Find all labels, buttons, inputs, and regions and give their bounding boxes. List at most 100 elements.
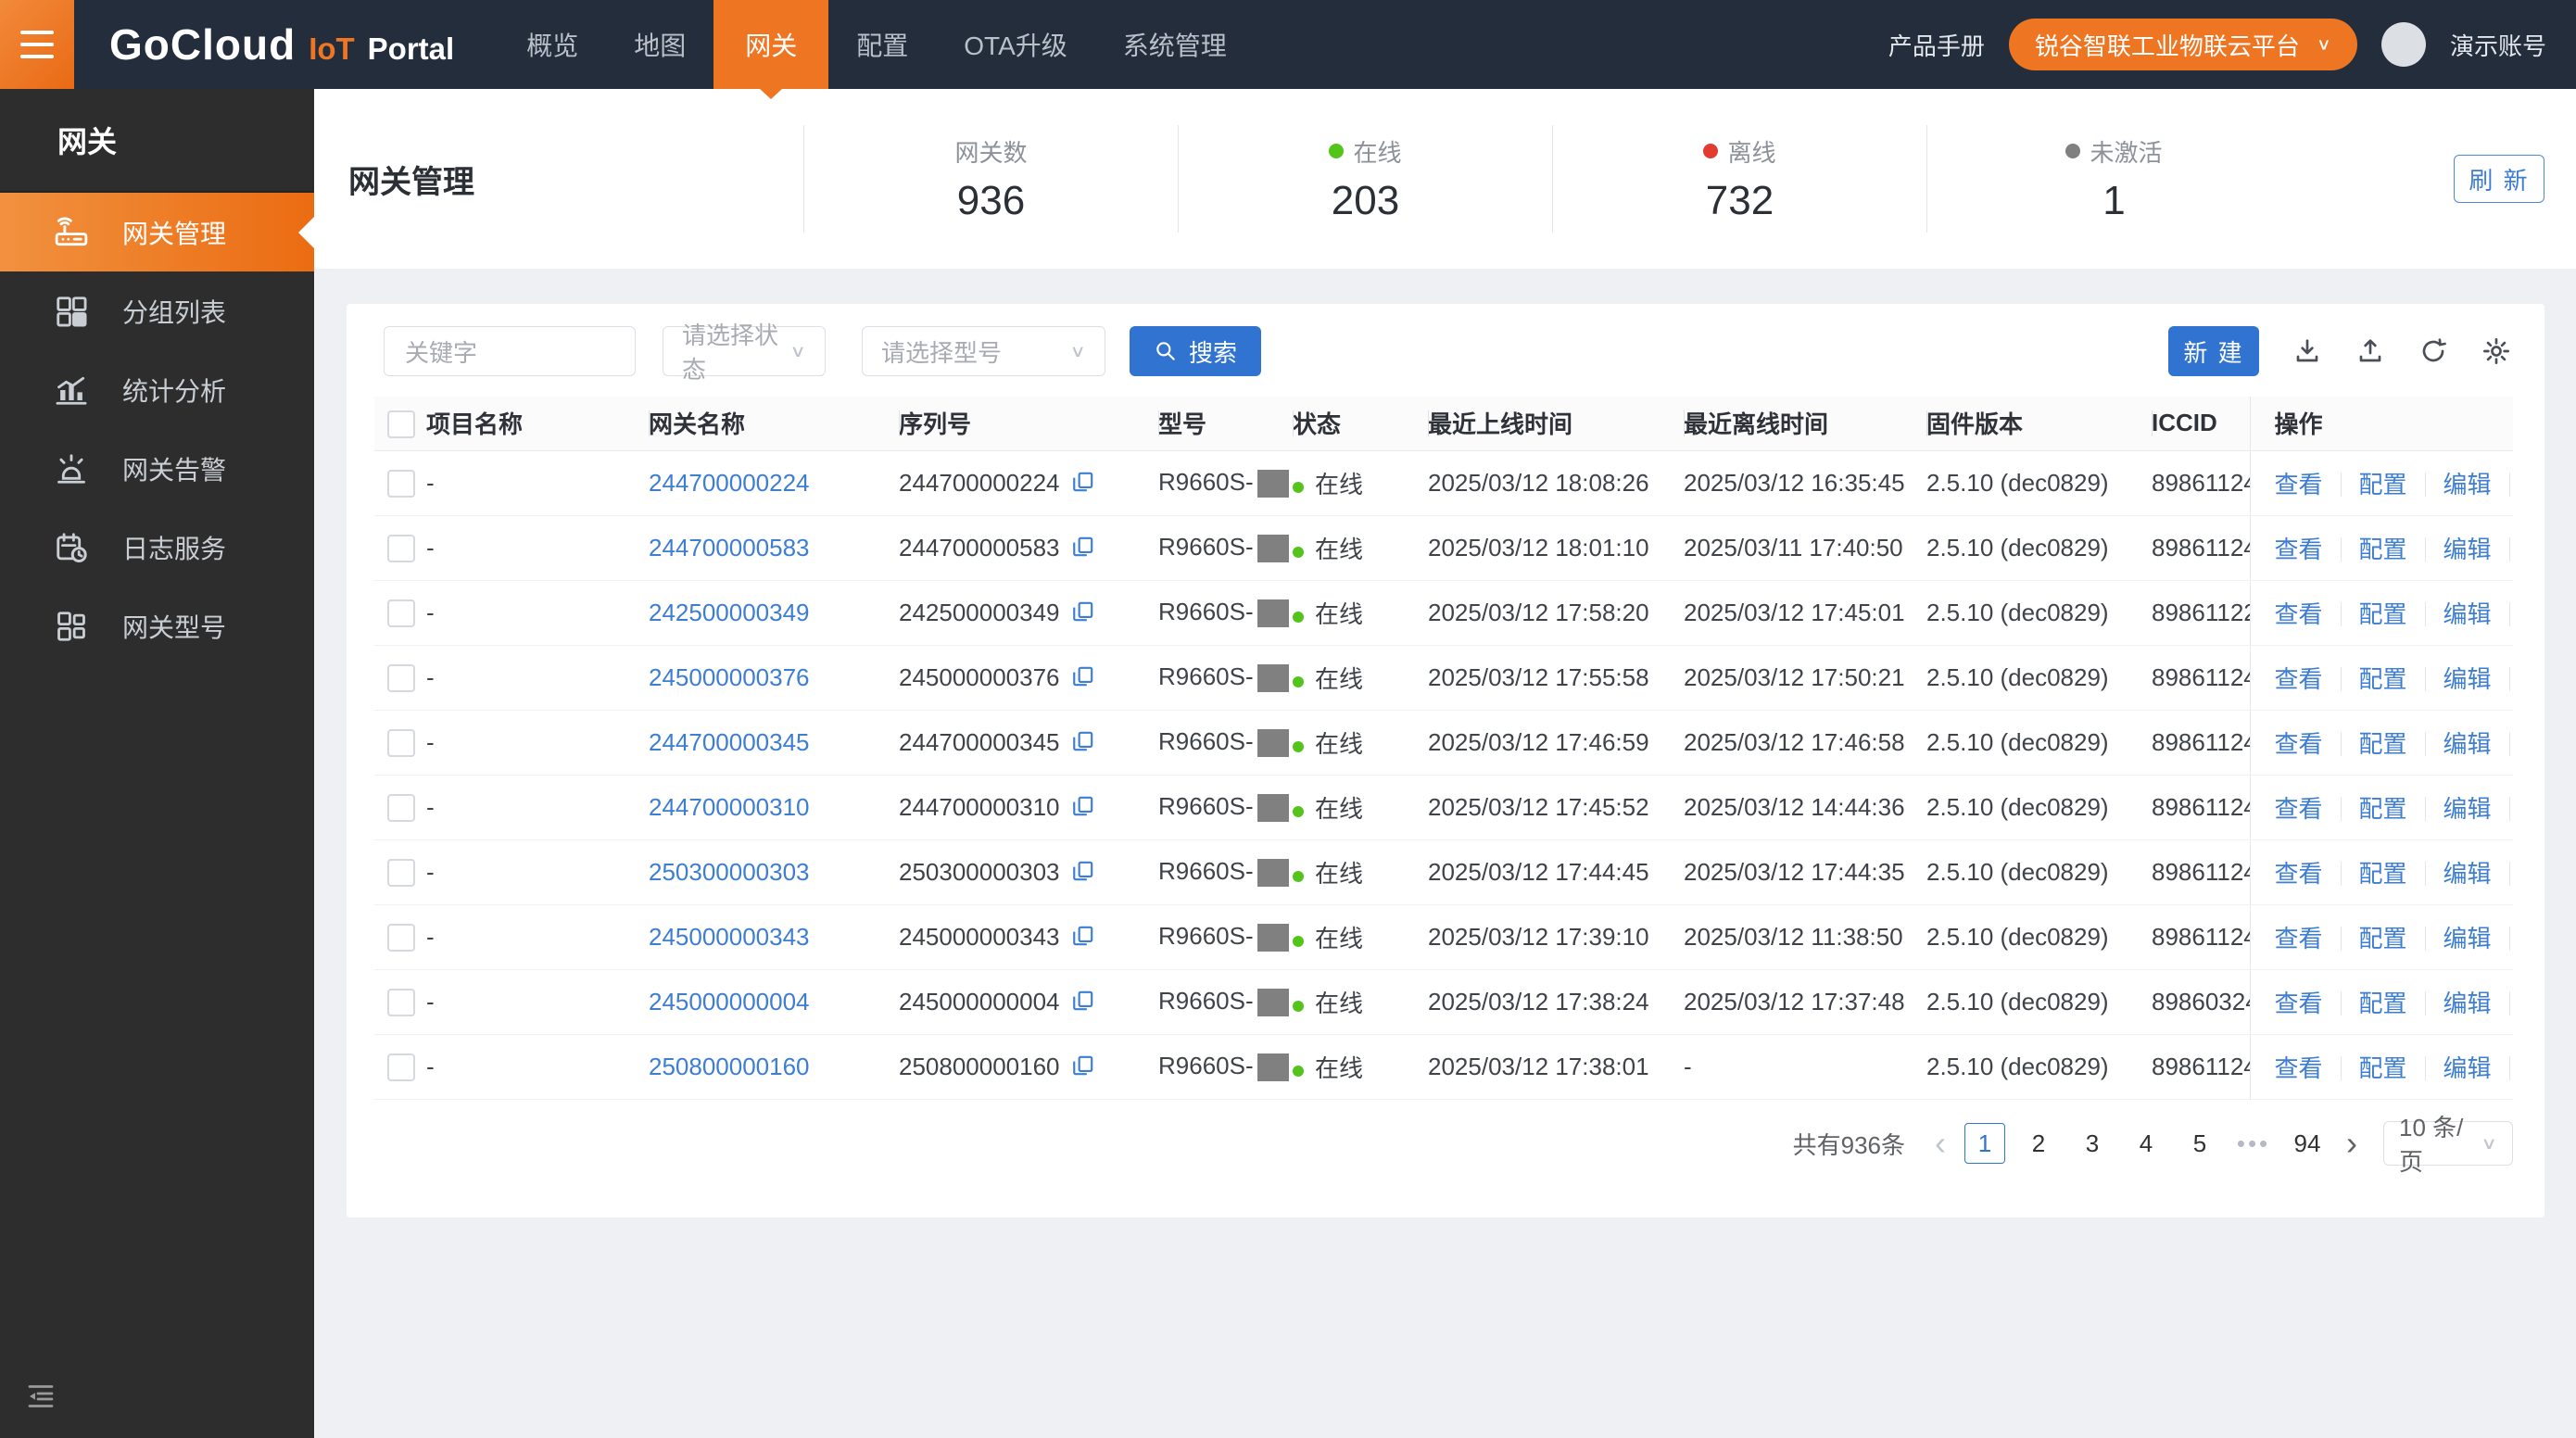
view-action[interactable]: 查看 [2275, 795, 2323, 823]
nav-map[interactable]: 地图 [606, 0, 713, 89]
create-button[interactable]: 新 建 [2168, 326, 2259, 376]
nav-config[interactable]: 配置 [828, 0, 936, 89]
gateway-name-link[interactable]: 242500000349 [649, 599, 810, 626]
copy-icon[interactable] [1071, 859, 1095, 883]
edit-action[interactable]: 编辑 [2443, 536, 2492, 563]
view-action[interactable]: 查看 [2275, 536, 2323, 563]
copy-icon[interactable] [1071, 989, 1095, 1013]
view-action[interactable]: 查看 [2275, 1054, 2323, 1082]
page-2[interactable]: 2 [2018, 1123, 2059, 1164]
copy-icon[interactable] [1071, 470, 1095, 494]
refresh-button[interactable]: 刷 新 [2454, 155, 2544, 203]
config-action[interactable]: 配置 [2359, 600, 2407, 628]
nav-gateway[interactable]: 网关 [713, 0, 829, 89]
gateway-name-link[interactable]: 244700000345 [649, 728, 810, 756]
config-action[interactable]: 配置 [2359, 795, 2407, 823]
edit-action[interactable]: 编辑 [2443, 925, 2492, 952]
settings-gear-icon[interactable] [2481, 336, 2511, 366]
platform-selector[interactable]: 锐谷智联工业物联云平台 ∨ [2008, 19, 2357, 70]
config-action[interactable]: 配置 [2359, 925, 2407, 952]
select-all-checkbox[interactable] [387, 410, 415, 438]
copy-icon[interactable] [1071, 599, 1095, 624]
copy-icon[interactable] [1071, 535, 1095, 559]
sidebar-item-statistics[interactable]: 统计分析 [0, 350, 314, 429]
hamburger-menu-icon[interactable] [0, 0, 74, 89]
page-4[interactable]: 4 [2126, 1123, 2166, 1164]
gateway-name-link[interactable]: 245000000004 [649, 988, 810, 1015]
edit-action[interactable]: 编辑 [2443, 860, 2492, 888]
page-5[interactable]: 5 [2179, 1123, 2220, 1164]
view-action[interactable]: 查看 [2275, 860, 2323, 888]
sidebar-item-gateway-model[interactable]: 网关型号 [0, 587, 314, 665]
model-select[interactable]: 请选择型号 ∨ [862, 326, 1105, 376]
row-checkbox[interactable] [387, 664, 415, 693]
sidebar-item-gateway-alarm[interactable]: 网关告警 [0, 429, 314, 508]
config-action[interactable]: 配置 [2359, 471, 2407, 498]
row-checkbox[interactable] [387, 599, 415, 628]
edit-action[interactable]: 编辑 [2443, 665, 2492, 693]
project-name-cell: - [426, 710, 649, 776]
row-checkbox[interactable] [387, 859, 415, 888]
row-checkbox[interactable] [387, 794, 415, 823]
row-checkbox[interactable] [387, 470, 415, 498]
sidebar-item-log-service[interactable]: 日志服务 [0, 508, 314, 587]
edit-action[interactable]: 编辑 [2443, 990, 2492, 1017]
page-1[interactable]: 1 [1964, 1123, 2005, 1164]
gateway-name-link[interactable]: 250800000160 [649, 1053, 810, 1080]
page-3[interactable]: 3 [2072, 1123, 2113, 1164]
gateway-name-link[interactable]: 245000000376 [649, 663, 810, 691]
more-pages-ellipsis[interactable]: ••• [2233, 1123, 2274, 1164]
gateway-name-link[interactable]: 245000000343 [649, 923, 810, 951]
edit-action[interactable]: 编辑 [2443, 795, 2492, 823]
config-action[interactable]: 配置 [2359, 860, 2407, 888]
nav-ota-upgrade[interactable]: OTA升级 [936, 0, 1094, 89]
gateway-name-link[interactable]: 250300000303 [649, 858, 810, 886]
config-action[interactable]: 配置 [2359, 665, 2407, 693]
import-download-icon[interactable] [2292, 336, 2322, 366]
search-button[interactable]: 搜索 [1130, 326, 1262, 376]
sidebar-item-group-list[interactable]: 分组列表 [0, 271, 314, 350]
copy-icon[interactable] [1071, 1053, 1095, 1078]
edit-action[interactable]: 编辑 [2443, 471, 2492, 498]
config-action[interactable]: 配置 [2359, 1054, 2407, 1082]
copy-icon[interactable] [1071, 729, 1095, 753]
status-select[interactable]: 请选择状态 ∨ [663, 322, 826, 384]
view-action[interactable]: 查看 [2275, 925, 2323, 952]
next-page-arrow[interactable]: › [2341, 1127, 2363, 1160]
nav-system-admin[interactable]: 系统管理 [1095, 0, 1255, 89]
config-action[interactable]: 配置 [2359, 536, 2407, 563]
nav-overview[interactable]: 概览 [499, 0, 606, 89]
config-action[interactable]: 配置 [2359, 990, 2407, 1017]
export-upload-icon[interactable] [2355, 336, 2385, 366]
view-action[interactable]: 查看 [2275, 990, 2323, 1017]
reload-icon[interactable] [2418, 336, 2448, 366]
table-row: - 244700000583 244700000583 R9660S- 在线 2… [374, 515, 2513, 581]
edit-action[interactable]: 编辑 [2443, 600, 2492, 628]
view-action[interactable]: 查看 [2275, 600, 2323, 628]
copy-icon[interactable] [1071, 924, 1095, 948]
row-checkbox[interactable] [387, 1053, 415, 1082]
config-action[interactable]: 配置 [2359, 730, 2407, 758]
copy-icon[interactable] [1071, 664, 1095, 688]
collapse-sidebar-icon[interactable] [24, 1380, 57, 1418]
edit-action[interactable]: 编辑 [2443, 1054, 2492, 1082]
prev-page-arrow[interactable]: ‹ [1929, 1127, 1951, 1160]
product-manual-link[interactable]: 产品手册 [1888, 28, 1985, 62]
gateway-name-link[interactable]: 244700000224 [649, 469, 810, 497]
sidebar-item-gateway-management[interactable]: 网关管理 [0, 193, 314, 271]
edit-action[interactable]: 编辑 [2443, 730, 2492, 758]
gateway-name-link[interactable]: 244700000583 [649, 534, 810, 561]
row-checkbox[interactable] [387, 729, 415, 758]
page-size-select[interactable]: 10 条/页 ∨ [2383, 1114, 2513, 1176]
row-checkbox[interactable] [387, 535, 415, 563]
row-checkbox[interactable] [387, 989, 415, 1017]
avatar[interactable] [2380, 22, 2426, 67]
gateway-name-link[interactable]: 244700000310 [649, 793, 810, 821]
row-checkbox[interactable] [387, 924, 415, 952]
copy-icon[interactable] [1071, 794, 1095, 818]
view-action[interactable]: 查看 [2275, 665, 2323, 693]
view-action[interactable]: 查看 [2275, 730, 2323, 758]
keyword-input[interactable]: 关键字 [384, 326, 636, 376]
page-94[interactable]: 94 [2287, 1123, 2328, 1164]
view-action[interactable]: 查看 [2275, 471, 2323, 498]
